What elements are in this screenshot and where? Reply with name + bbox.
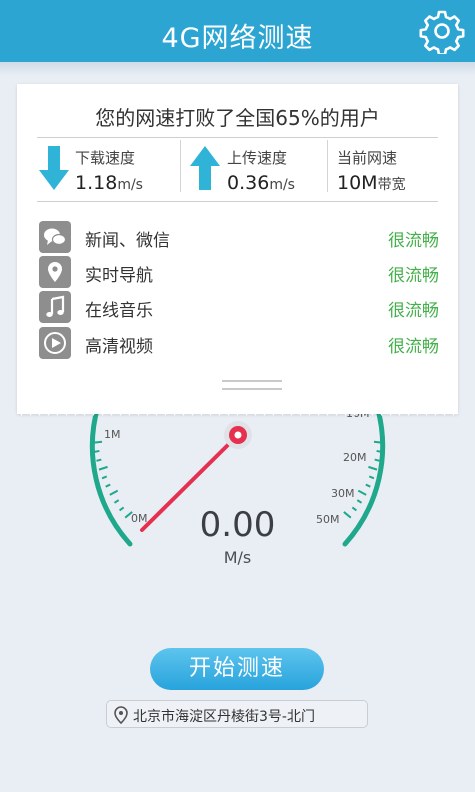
speed-reading: 0.00 — [199, 505, 276, 545]
gauge-tick — [368, 465, 378, 471]
network-bandwidth: 10M带宽 — [337, 172, 406, 194]
location-chip[interactable]: 北京市海淀区丹棱街3号-北门 — [106, 700, 368, 728]
upload-arrow-icon — [190, 146, 220, 190]
stat-divider — [180, 140, 181, 192]
gauge-arc-left — [89, 403, 133, 547]
gauge-tick — [376, 449, 382, 453]
map-pin-icon — [39, 256, 71, 288]
gauge-label-1m: 1M — [104, 428, 121, 441]
drag-handle[interactable] — [222, 380, 282, 382]
result-card: 您的网速打败了全国65%的用户 下载速度 1.18m/s 上传速度 0.36m/… — [17, 84, 458, 414]
download-unit: m/s — [117, 177, 143, 193]
gauge-tick — [101, 475, 108, 480]
gauge-tick — [365, 483, 371, 488]
play-icon — [39, 327, 71, 359]
gauge-tick — [98, 465, 108, 471]
network-label: 当前网速 — [337, 149, 398, 167]
download-value: 1.18 — [75, 172, 118, 194]
location-text: 北京市海淀区丹棱街3号-北门 — [133, 709, 315, 725]
upload-unit: m/s — [269, 177, 295, 193]
gauge-tick — [118, 506, 125, 512]
service-status: 很流畅 — [388, 231, 439, 251]
service-status: 很流畅 — [388, 301, 439, 321]
gauge-tick — [368, 475, 375, 480]
music-note-icon — [39, 291, 71, 323]
service-status: 很流畅 — [388, 266, 439, 286]
gauge-label-20m: 20M — [343, 451, 367, 464]
gauge-tick — [105, 483, 111, 488]
download-arrow-icon — [39, 146, 69, 190]
gauge-tick — [96, 458, 102, 462]
gauge-label-30m: 30M — [331, 487, 355, 500]
service-status: 很流畅 — [388, 337, 439, 357]
location-pin-icon — [114, 706, 128, 724]
drag-handle[interactable] — [222, 388, 282, 390]
gauge-tick — [373, 440, 384, 444]
upload-label: 上传速度 — [227, 149, 288, 167]
title-bar: 4G网络测速 — [0, 0, 475, 62]
gauge-label-0m: 0M — [131, 512, 148, 525]
stat-divider — [327, 140, 328, 192]
gauge-tick — [356, 499, 363, 504]
gauge-tick — [357, 489, 367, 496]
download-label: 下载速度 — [75, 149, 136, 167]
gauge-tick — [113, 499, 120, 504]
service-name: 在线音乐 — [85, 301, 153, 321]
gear-icon[interactable] — [419, 8, 465, 54]
upload-speed: 0.36m/s — [227, 172, 295, 194]
service-name: 新闻、微信 — [85, 231, 170, 251]
upload-value: 0.36 — [227, 172, 270, 194]
app-title: 4G网络测速 — [161, 23, 314, 54]
gauge-tick — [351, 506, 358, 512]
list-item: 新闻、微信 很流畅 — [39, 221, 439, 253]
speed-unit: M/s — [223, 548, 252, 567]
wechat-icon — [39, 221, 71, 253]
list-item: 在线音乐 很流畅 — [39, 291, 439, 323]
start-test-button[interactable]: 开始测速 — [150, 648, 324, 690]
gauge-tick — [109, 489, 119, 496]
service-name: 实时导航 — [85, 266, 153, 286]
network-unit: 带宽 — [377, 177, 406, 193]
gauge-arc-right — [342, 403, 386, 547]
gauge-tick — [94, 449, 100, 453]
gauge-tick — [343, 511, 352, 519]
gauge-label-50m: 50M — [316, 513, 340, 526]
divider — [37, 137, 438, 138]
result-headline: 您的网速打败了全国65%的用户 — [95, 106, 380, 130]
card-torn-edge — [17, 406, 458, 416]
gauge-hub-center — [234, 431, 242, 439]
service-name: 高清视频 — [85, 337, 153, 357]
network-value: 10M — [337, 172, 378, 194]
list-item: 实时导航 很流畅 — [39, 256, 439, 288]
list-item: 高清视频 很流畅 — [39, 327, 439, 359]
download-speed: 1.18m/s — [75, 172, 143, 194]
divider — [37, 201, 438, 202]
header-shadow — [0, 62, 475, 76]
gauge-tick — [374, 458, 380, 462]
gauge-tick — [92, 440, 103, 444]
